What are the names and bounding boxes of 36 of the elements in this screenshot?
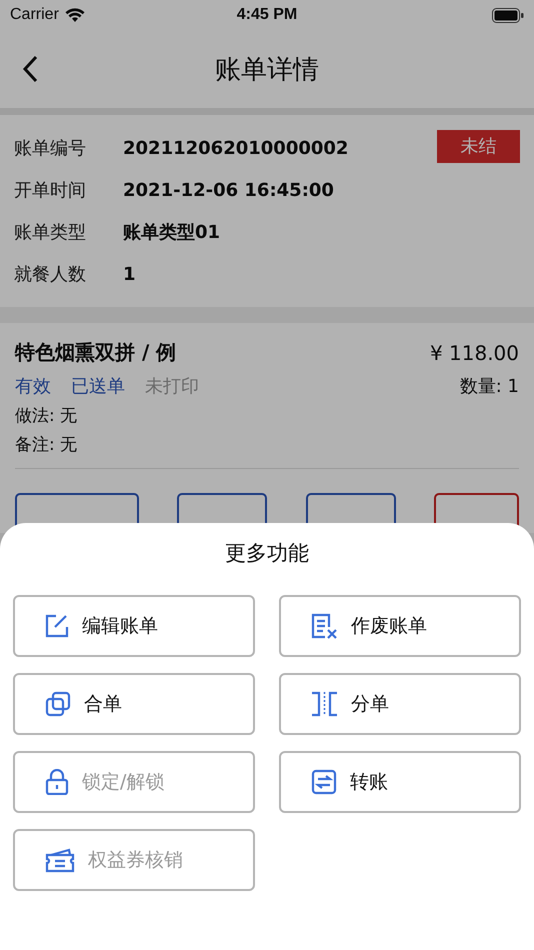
field-value: 1 xyxy=(123,264,136,284)
field-value: 2021-12-06 16:45:00 xyxy=(123,180,334,200)
function-button[interactable]: 编辑账单 xyxy=(13,595,255,657)
back-icon[interactable] xyxy=(22,55,38,83)
status-tag: 未打印 xyxy=(145,374,199,398)
edit-icon xyxy=(45,614,69,638)
wifi-icon xyxy=(64,8,85,22)
function-button[interactable]: 分单 xyxy=(279,673,521,735)
function-button[interactable]: 作废账单 xyxy=(279,595,521,657)
dish-note: 备注: 无 xyxy=(15,434,78,456)
battery-icon xyxy=(492,8,524,22)
status-tag: 有效 xyxy=(15,374,51,398)
field-label: 开单时间 xyxy=(14,179,87,202)
status-tag: 已送单 xyxy=(71,374,125,398)
dish-note: 做法: 无 xyxy=(15,405,78,427)
dish-quantity: 数量: 1 xyxy=(460,375,519,398)
split-icon xyxy=(311,691,338,717)
function-button[interactable]: 转账 xyxy=(279,751,521,813)
page-title: 账单详情 xyxy=(214,54,320,86)
status-badge: 未结 xyxy=(437,130,520,163)
dish-price: ¥ 118.00 xyxy=(430,340,519,364)
carrier-label: Carrier xyxy=(10,6,59,24)
field-label: 就餐人数 xyxy=(14,263,87,286)
status-time: 4:45 PM xyxy=(236,6,298,24)
field-label: 账单类型 xyxy=(14,221,87,244)
document-x-icon xyxy=(311,613,338,639)
sheet-title: 更多功能 xyxy=(225,540,309,567)
field-value: 账单类型01 xyxy=(123,221,220,244)
field-value: 202112062010000002 xyxy=(123,138,348,158)
overlap-squares-icon xyxy=(45,691,71,717)
field-label: 账单编号 xyxy=(14,137,87,160)
lock-icon xyxy=(45,769,69,795)
transfer-icon xyxy=(311,769,337,795)
ticket-icon xyxy=(45,847,75,873)
function-button[interactable]: 合单 xyxy=(13,673,255,735)
dish-name: 特色烟熏双拼 / 例 xyxy=(15,339,176,366)
